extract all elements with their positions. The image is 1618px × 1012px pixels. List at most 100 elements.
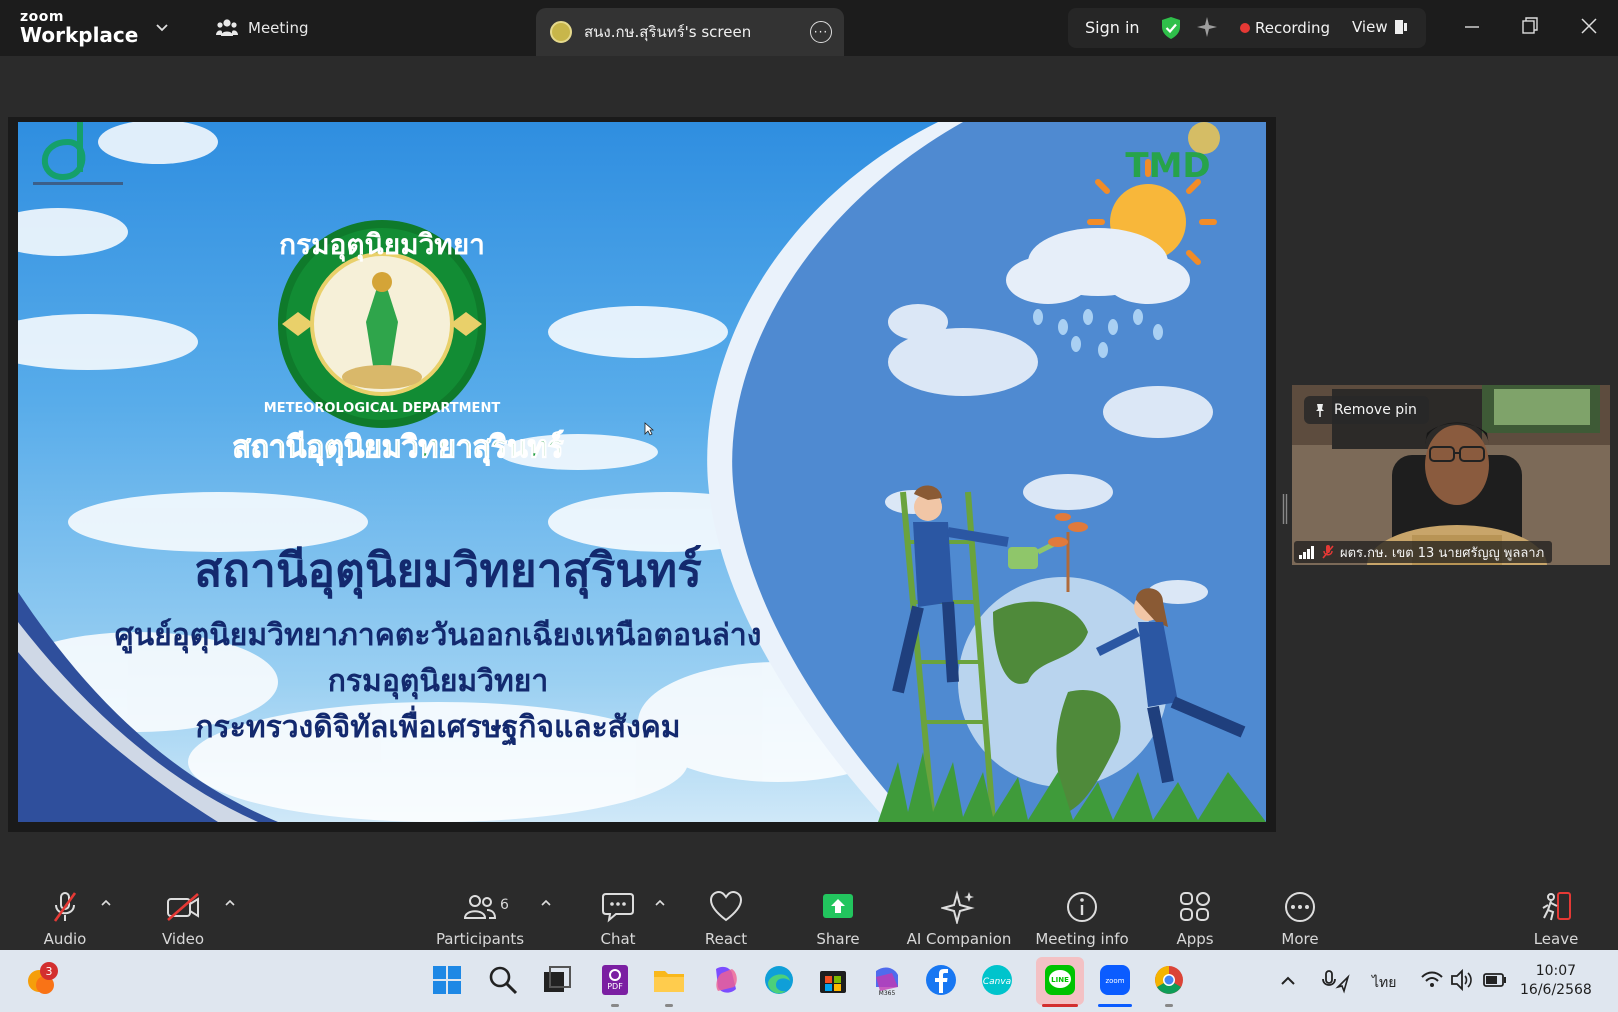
close-icon[interactable] [1580, 17, 1598, 35]
windows-start-icon[interactable] [430, 963, 464, 997]
remove-pin-label: Remove pin [1334, 402, 1417, 418]
info-icon [1067, 892, 1097, 922]
more-label: More [1281, 930, 1319, 948]
facebook-icon[interactable] [924, 963, 958, 997]
participants-label: Participants [435, 930, 525, 948]
pdf-app-icon[interactable]: PDF [598, 963, 632, 997]
slide-title: สถานีอุตุนิยมวิทยาสุรินทร์ [194, 543, 702, 597]
chrome-icon[interactable] [1152, 963, 1186, 997]
react-label: React [704, 930, 748, 948]
share-screen-tab[interactable]: สนง.กษ.สุรินทร์'s screen ··· [536, 8, 844, 56]
svg-text:zoom: zoom [1105, 977, 1124, 985]
svg-text:LINE: LINE [1051, 976, 1069, 984]
restore-window-icon[interactable] [1522, 17, 1538, 35]
participants-count: 6 [500, 897, 509, 913]
chat-icon [602, 893, 634, 923]
svg-text:M365: M365 [879, 990, 896, 997]
people-icon [216, 19, 238, 36]
leave-label: Leave [1533, 930, 1579, 948]
participants-options-caret-icon[interactable] [540, 898, 552, 908]
ai-companion-button[interactable]: AI Companion [904, 870, 1014, 950]
audio-button[interactable]: Audio [40, 870, 90, 950]
mouse-cursor-icon [644, 422, 654, 436]
apps-icon [1180, 892, 1210, 921]
explorer-running-indicator [665, 1004, 673, 1007]
zoom-app-icon[interactable]: zoom [1098, 963, 1132, 997]
remove-pin-button[interactable]: Remove pin [1304, 396, 1429, 424]
more-button[interactable]: More [1276, 870, 1324, 950]
search-icon[interactable] [486, 963, 520, 997]
brand-workplace-text: Workplace [20, 23, 139, 47]
leave-button[interactable]: Leave [1534, 870, 1578, 950]
meeting-info-button[interactable]: Meeting info [1035, 870, 1129, 950]
language-indicator[interactable]: ไทย [1372, 972, 1396, 994]
share-label: Share [816, 930, 860, 948]
video-options-caret-icon[interactable] [224, 898, 236, 908]
system-clock[interactable]: 10:07 16/6/2568 [1520, 962, 1592, 1000]
mic-muted-icon [53, 892, 77, 922]
chevron-up-icon[interactable] [1278, 963, 1298, 997]
leave-icon [1542, 892, 1571, 921]
canva-icon[interactable]: Canva [980, 963, 1014, 997]
slide-subtitle-1: ศูนย์อุตุนิยมวิทยาภาคตะวันออกเฉียงเหนือต… [114, 618, 762, 653]
ai-companion-label: AI Companion [906, 930, 1012, 948]
chat-button[interactable]: Chat [596, 870, 640, 950]
volume-icon[interactable] [1450, 963, 1474, 997]
participant-name-tag: ผตร.กษ. เขต 13 นายศรัญญู พูลลาภ [1294, 541, 1553, 563]
wifi-icon[interactable] [1420, 963, 1444, 997]
meteorological-seal: กรมอุตุนิยมวิทยา METEOROLOGICAL DEPARTME… [264, 220, 501, 428]
recording-dot-icon [1240, 23, 1250, 33]
view-button[interactable]: View [1352, 18, 1388, 36]
pdf-running-indicator [611, 1004, 619, 1007]
video-label: Video [161, 930, 205, 948]
svg-text:METEOROLOGICAL DEPARTMENT: METEOROLOGICAL DEPARTMENT [264, 401, 501, 416]
copilot-icon[interactable] [708, 963, 742, 997]
chat-options-caret-icon[interactable] [654, 898, 666, 908]
edge-browser-icon[interactable] [762, 963, 796, 997]
svg-text:PDF: PDF [607, 982, 623, 991]
ai-sparkle-icon [941, 890, 975, 924]
audio-options-caret-icon[interactable] [100, 898, 112, 908]
share-button[interactable]: Share [814, 870, 862, 950]
sparkle-icon[interactable] [1196, 16, 1218, 38]
apps-label: Apps [1176, 930, 1214, 948]
chevron-down-icon[interactable] [154, 20, 170, 36]
ms-store-icon[interactable] [816, 963, 850, 997]
chat-label: Chat [600, 930, 636, 948]
slide-subtitle-2: กรมอุตุนิยมวิทยา [327, 664, 549, 699]
m365-icon[interactable]: M365 [870, 963, 904, 997]
participants-button[interactable]: Participants [436, 870, 524, 950]
battery-icon[interactable] [1482, 963, 1508, 997]
shield-check-icon[interactable] [1160, 16, 1182, 40]
pin-icon [1316, 404, 1324, 417]
clock-time: 10:07 [1535, 963, 1577, 979]
audio-label: Audio [43, 930, 87, 948]
sharer-avatar [550, 21, 572, 43]
minimize-icon[interactable] [1464, 17, 1480, 37]
recording-indicator[interactable]: Recording [1255, 19, 1330, 37]
station-arc-text: สถานีอุตุนิยมวิทยาสุรินทร์ [232, 430, 563, 466]
zoom-workplace-logo[interactable]: zoom Workplace [20, 10, 138, 45]
meeting-tab[interactable]: Meeting [216, 18, 308, 38]
meeting-tab-label: Meeting [248, 19, 309, 37]
more-options-icon[interactable]: ··· [810, 21, 832, 43]
video-button[interactable]: Video [158, 870, 208, 950]
view-layout-icon[interactable] [1394, 19, 1408, 35]
sign-in-button[interactable]: Sign in [1085, 18, 1140, 37]
mic-location-icon[interactable] [1320, 963, 1350, 997]
file-explorer-icon[interactable] [652, 963, 686, 997]
task-view-icon[interactable] [540, 963, 574, 997]
share-tab-label: สนง.กษ.สุรินทร์'s screen [584, 23, 752, 41]
shared-screen: TMD กรมอุตุนิยมวิทยา METEOROLOGICAL DEPA… [18, 122, 1266, 822]
apps-button[interactable]: Apps [1172, 870, 1218, 950]
line-active-indicator [1042, 1004, 1078, 1007]
clock-date: 16/6/2568 [1520, 982, 1592, 998]
meeting-info-label: Meeting info [1035, 930, 1129, 948]
resize-handle[interactable] [1282, 494, 1288, 524]
react-button[interactable]: React [702, 870, 750, 950]
notification-badge: 3 [40, 962, 58, 980]
title-bar: zoom Workplace Meeting สนง.กษ.สุรินทร์'s… [0, 0, 1618, 56]
participants-icon [463, 895, 497, 919]
line-app-icon[interactable]: LINE [1043, 963, 1077, 997]
participant-name: ผตร.กษ. เขต 13 นายศรัญญู พูลลาภ [1340, 545, 1545, 561]
